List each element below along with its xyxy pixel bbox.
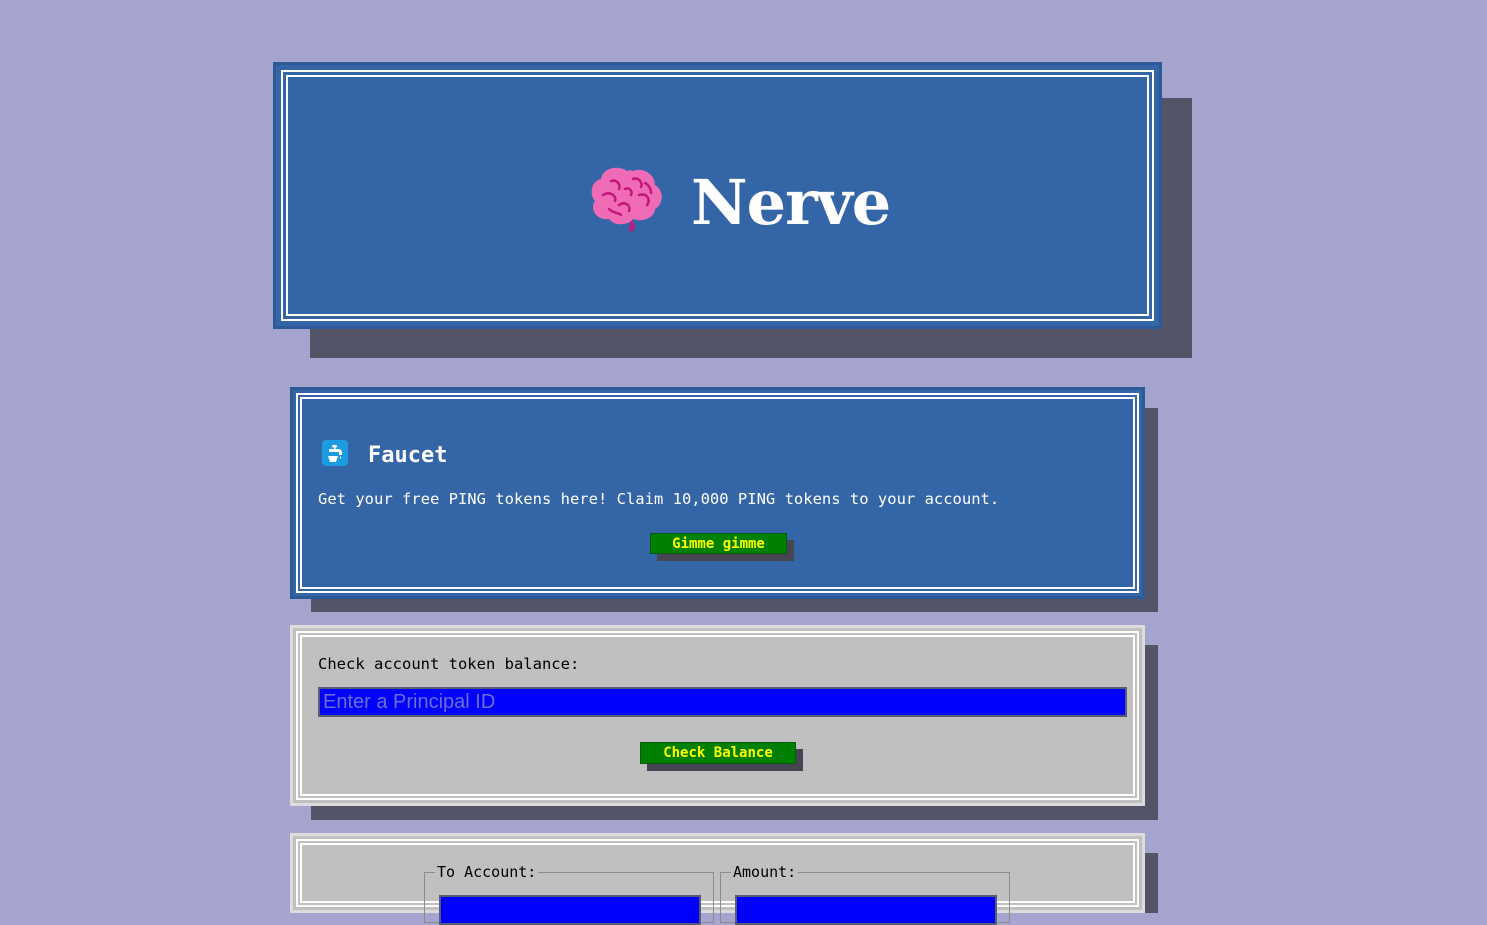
faucet-description: Get your free PING tokens here! Claim 10… <box>318 490 1000 508</box>
gimme-button[interactable]: Gimme gimme <box>650 533 787 554</box>
app-title: Nerve <box>691 165 891 239</box>
principal-id-input[interactable] <box>318 687 1127 717</box>
balance-label: Check account token balance: <box>318 655 580 673</box>
transfer-border <box>296 839 1139 907</box>
transfer-panel: To Account: Amount: <box>290 833 1145 925</box>
to-account-input[interactable] <box>439 895 701 925</box>
check-balance-button[interactable]: Check Balance <box>640 742 796 764</box>
brain-icon <box>589 165 665 239</box>
brand: Nerve <box>589 165 891 239</box>
amount-label: Amount: <box>733 863 797 881</box>
to-account-label: To Account: <box>437 863 537 881</box>
faucet-icon <box>322 440 348 470</box>
faucet-panel: Faucet Get your free PING tokens here! C… <box>290 387 1145 599</box>
to-account-fieldset: To Account: <box>424 863 714 925</box>
amount-fieldset: Amount: <box>720 863 1010 925</box>
header-panel: Nerve <box>273 62 1162 329</box>
check-balance-button-wrap: Check Balance <box>640 742 803 771</box>
gimme-button-wrap: Gimme gimme <box>650 533 794 561</box>
faucet-title: Faucet <box>368 442 448 468</box>
balance-panel: Check account token balance: Check Balan… <box>290 625 1145 806</box>
amount-input[interactable] <box>735 895 997 925</box>
faucet-header: Faucet <box>322 440 447 470</box>
